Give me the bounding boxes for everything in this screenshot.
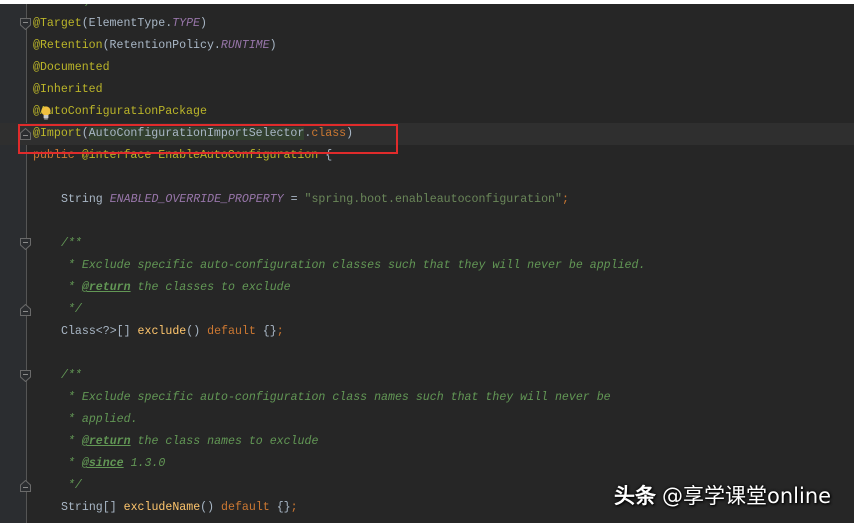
fold-collapse-icon[interactable] (20, 238, 31, 250)
watermark-brand: 头条 (614, 484, 656, 508)
code-token: * Exclude specific auto-configuration cl… (61, 259, 646, 272)
code-token: @AutoConfigurationPackage (33, 105, 207, 118)
watermark: 头条 @享学课堂online (614, 481, 831, 511)
code-token: @Documented (33, 61, 110, 74)
code-token: * (61, 281, 82, 294)
code-token: @return (81, 281, 131, 294)
code-line[interactable]: * Exclude specific auto-configuration cl… (61, 255, 645, 277)
code-line[interactable]: @Retention(RetentionPolicy.RUNTIME) (33, 35, 277, 57)
code-token: @return (81, 435, 131, 448)
lightbulb-icon[interactable] (40, 106, 52, 120)
code-token: {} (262, 325, 277, 338)
code-editor[interactable]: */ @Target(ElementType.TYPE)@Retention(R… (0, 4, 854, 523)
code-token: * applied. (61, 413, 138, 426)
code-token: ; (290, 501, 298, 514)
code-token: the classes to exclude (130, 281, 291, 294)
code-token: ) (269, 39, 277, 52)
code-token: @Target (33, 17, 82, 30)
code-token: */ (61, 303, 82, 316)
code-line[interactable]: @Inherited (33, 79, 103, 101)
code-token: ; (276, 325, 284, 338)
code-token: @Inherited (33, 83, 103, 96)
code-token: (RetentionPolicy. (102, 39, 221, 52)
code-token: ) (200, 17, 207, 30)
code-line[interactable]: String[] excludeName() default {}; (61, 497, 298, 519)
watermark-handle: @享学课堂online (662, 484, 832, 508)
code-token: * (61, 435, 82, 448)
code-line[interactable]: * Exclude specific auto-configuration cl… (61, 387, 611, 409)
code-token: ENABLED_OVERRIDE_PROPERTY (109, 193, 284, 206)
code-line[interactable]: */ (61, 299, 82, 321)
code-token: TYPE (172, 17, 200, 30)
code-line[interactable]: * applied. (61, 409, 138, 431)
editor-gutter[interactable] (0, 4, 26, 523)
code-token: RUNTIME (220, 39, 270, 52)
code-token: @Retention (33, 39, 103, 52)
code-token: default (207, 325, 263, 338)
code-line[interactable]: /** (61, 365, 82, 387)
code-line[interactable]: */ (61, 475, 82, 497)
code-line[interactable]: @Target(ElementType.TYPE) (33, 13, 207, 35)
code-token: Class<?>[] (61, 325, 138, 338)
code-token: String[] (61, 501, 124, 514)
code-line[interactable]: Class<?>[] exclude() default {}; (61, 321, 284, 343)
code-line[interactable]: String ENABLED_OVERRIDE_PROPERTY = "spri… (61, 189, 569, 211)
code-token: default (221, 501, 277, 514)
code-token: "spring.boot.enableautoconfiguration" (304, 193, 562, 206)
fold-collapse-icon[interactable] (20, 370, 31, 382)
code-token: {} (276, 501, 291, 514)
annotation-highlight-box (18, 124, 398, 154)
code-token: String (61, 193, 110, 206)
code-token: () (186, 325, 208, 338)
code-token: the class names to exclude (130, 435, 319, 448)
code-token: = (283, 193, 305, 206)
code-token: @since (81, 457, 124, 470)
code-token: 1.3.0 (123, 457, 166, 470)
code-line[interactable]: @Documented (33, 57, 110, 79)
code-token: excludeName (123, 501, 201, 514)
code-line[interactable]: /** (61, 233, 82, 255)
code-token: /** (61, 237, 82, 250)
code-token: * Exclude specific auto-configuration cl… (61, 391, 611, 404)
code-token: () (200, 501, 222, 514)
code-token: * (61, 457, 82, 470)
code-token: ; (561, 193, 569, 206)
fold-end-icon[interactable] (20, 304, 31, 316)
code-line[interactable]: * @since 1.3.0 (61, 453, 165, 475)
code-line[interactable]: @AutoConfigurationPackage (33, 101, 207, 123)
code-token: /** (61, 369, 82, 382)
fold-collapse-icon[interactable] (20, 18, 31, 30)
code-token: */ (61, 479, 82, 492)
code-line[interactable]: * @return the classes to exclude (61, 277, 291, 299)
code-token: exclude (137, 325, 187, 338)
code-token: (ElementType. (81, 17, 173, 30)
fold-end-icon[interactable] (20, 480, 31, 492)
code-line[interactable]: * @return the class names to exclude (61, 431, 318, 453)
fold-guide-line (26, 4, 27, 523)
